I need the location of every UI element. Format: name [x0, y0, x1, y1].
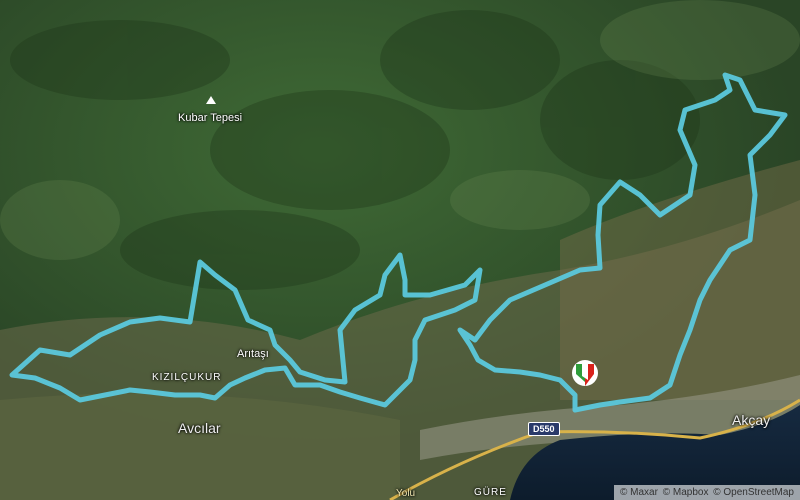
attribution-osm[interactable]: © OpenStreetMap	[713, 487, 794, 498]
map-view[interactable]: Kubar Tepesi Arıtaşı KIZILÇUKUR Avcılar …	[0, 0, 800, 500]
place-label-aritasi: Arıtaşı	[237, 348, 269, 360]
map-attribution[interactable]: © Maxar © Mapbox © OpenStreetMap	[614, 485, 800, 500]
attribution-mapbox[interactable]: © Mapbox	[663, 487, 709, 498]
place-label-akcay: Akçay	[732, 412, 771, 428]
satellite-terrain	[0, 0, 800, 500]
road-name-label: Yolu	[396, 488, 416, 499]
start-finish-flag-icon[interactable]	[570, 358, 600, 388]
mountain-peak-icon	[206, 96, 216, 104]
road-shield-d550: D550	[528, 422, 560, 436]
peak-label: Kubar Tepesi	[178, 112, 243, 124]
attribution-maxar[interactable]: © Maxar	[620, 487, 658, 498]
place-label-gure: GÜRE	[474, 487, 507, 498]
place-label-kizilcukur: KIZILÇUKUR	[152, 372, 222, 383]
place-label-avcilar: Avcılar	[178, 420, 221, 436]
